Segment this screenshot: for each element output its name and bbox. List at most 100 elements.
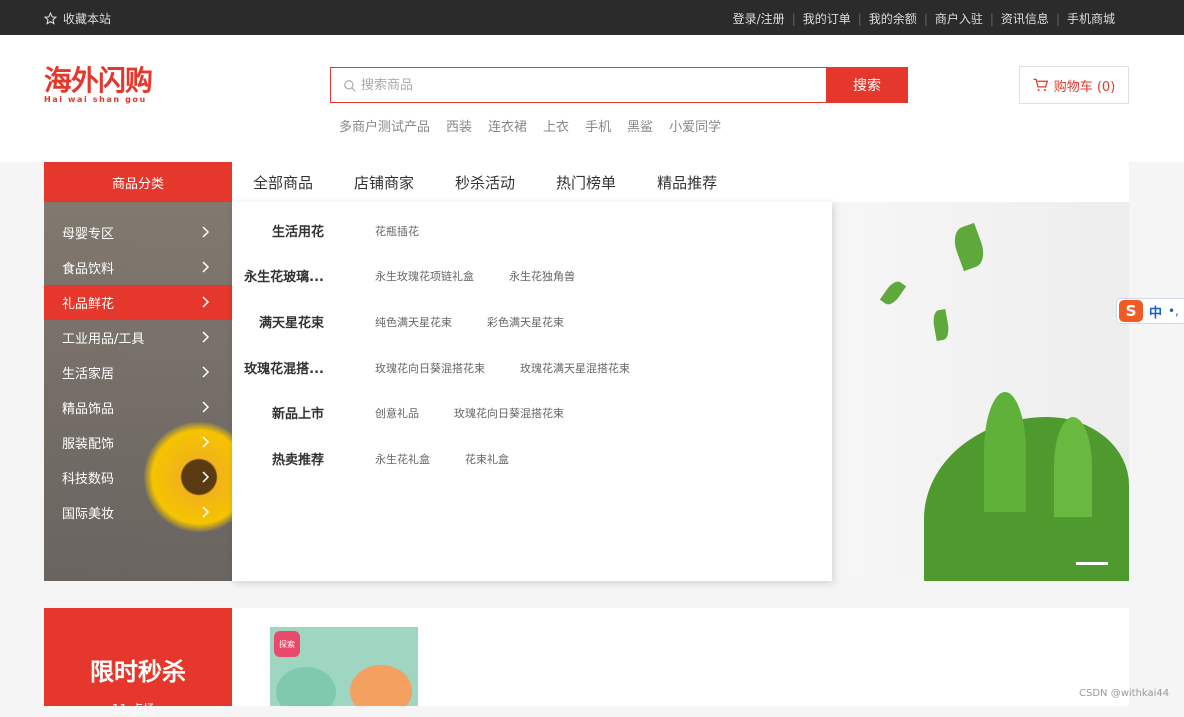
my-balance-link[interactable]: 我的余额 xyxy=(862,10,924,27)
subcategory-link[interactable]: 纯色满天星花束 xyxy=(375,314,452,330)
subcategory-link[interactable]: 花束礼盒 xyxy=(465,451,509,467)
subcategory-link[interactable]: 玫瑰花向日葵混搭花束 xyxy=(454,405,564,421)
subcategory-title[interactable]: 新品上市 xyxy=(244,403,324,422)
subcategory-title[interactable]: 热卖推荐 xyxy=(244,449,324,468)
search-icon xyxy=(344,80,356,92)
news-link[interactable]: 资讯信息 xyxy=(994,10,1056,27)
subcategory-row: 热卖推荐 永生花礼盒 花束礼盒 xyxy=(232,449,832,469)
nav-all-products[interactable]: 全部商品 xyxy=(253,172,313,193)
top-bar: 收藏本站 登录/注册 | 我的订单 | 我的余额 | 商户入驻 | 资讯信息 | 手机商城 xyxy=(0,0,1184,35)
subcategory-title[interactable]: 玫瑰花混搭... xyxy=(244,358,324,377)
watermark: CSDN @withkai44 xyxy=(1079,688,1170,699)
category-item[interactable]: 食品饮料 xyxy=(44,250,232,285)
bookmark-label: 收藏本站 xyxy=(63,12,112,26)
category-sidebar: 母婴专区 食品饮料 礼品鲜花 工业用品/工具 生活家居 精品饰品 服装配饰 科技… xyxy=(44,202,254,581)
product-card[interactable]: 探索 xyxy=(270,627,418,706)
hot-keyword[interactable]: 西装 xyxy=(446,116,472,135)
flash-sale-panel[interactable]: 限时秒杀 11 点场 xyxy=(44,608,232,716)
logo-text: 海外闪购 xyxy=(44,64,153,97)
nav-flash-sale[interactable]: 秒杀活动 xyxy=(455,172,515,193)
ime-language: 中 xyxy=(1149,305,1163,321)
subcategory-link[interactable]: 彩色满天星花束 xyxy=(487,314,564,330)
category-item[interactable]: 生活家居 xyxy=(44,355,232,390)
search-button[interactable]: 搜索 xyxy=(826,67,908,103)
main-nav: 商品分类 全部商品 店铺商家 秒杀活动 热门榜单 精品推荐 xyxy=(44,162,1129,202)
subcategory-row: 永生花玻璃... 永生玫瑰花项链礼盒 永生花独角兽 xyxy=(232,266,832,286)
search-box: 搜索 xyxy=(330,67,908,103)
my-orders-link[interactable]: 我的订单 xyxy=(796,10,858,27)
category-menu-title[interactable]: 商品分类 xyxy=(44,162,232,202)
category-item[interactable]: 服装配饰 xyxy=(44,425,232,460)
aloe-plant xyxy=(924,417,1129,581)
subcategory-link[interactable]: 花瓶插花 xyxy=(375,223,419,239)
ime-toolbar[interactable]: S 中 •, xyxy=(1116,298,1184,324)
chevron-right-icon xyxy=(202,296,210,308)
subcategory-row: 生活用花 花瓶插花 xyxy=(232,221,832,241)
subcategory-row: 新品上市 创意礼品 玫瑰花向日葵混搭花束 xyxy=(232,403,832,423)
cart-label: 购物车 (0) xyxy=(1053,79,1116,95)
brand-badge: 探索 xyxy=(274,631,300,657)
star-icon xyxy=(44,12,57,25)
merchant-join-link[interactable]: 商户入驻 xyxy=(928,10,990,27)
flash-sale-title: 限时秒杀 xyxy=(90,658,186,686)
hot-keyword[interactable]: 手机 xyxy=(585,116,611,135)
subcategory-link[interactable]: 玫瑰花满天星混搭花束 xyxy=(520,360,630,376)
sogou-icon: S xyxy=(1119,300,1143,322)
leaf-decoration xyxy=(949,222,989,272)
nav-recommended[interactable]: 精品推荐 xyxy=(657,172,717,193)
login-register-link[interactable]: 登录/注册 xyxy=(726,10,792,27)
search-input[interactable] xyxy=(361,68,821,102)
subcategory-link[interactable]: 创意礼品 xyxy=(375,405,419,421)
nav-hot-list[interactable]: 热门榜单 xyxy=(556,172,616,193)
chevron-right-icon xyxy=(202,261,210,273)
product-image xyxy=(276,667,336,706)
cart-button[interactable]: 购物车 (0) xyxy=(1019,66,1129,104)
category-item[interactable]: 精品饰品 xyxy=(44,390,232,425)
chevron-right-icon xyxy=(202,401,210,413)
top-links: 登录/注册 | 我的订单 | 我的余额 | 商户入驻 | 资讯信息 | 手机商城 xyxy=(726,10,1122,27)
category-item[interactable]: 科技数码 xyxy=(44,460,232,495)
subcategory-link[interactable]: 永生花礼盒 xyxy=(375,451,430,467)
subcategory-panel: 生活用花 花瓶插花 永生花玻璃... 永生玫瑰花项链礼盒 永生花独角兽 满天星花束… xyxy=(232,202,832,581)
chevron-right-icon xyxy=(202,366,210,378)
category-item-active[interactable]: 礼品鲜花 xyxy=(44,285,232,320)
product-image xyxy=(350,665,412,706)
header: 海外闪购 Hai wai shan gou 搜索 多商户测试产品 西装 连衣裙 … xyxy=(0,35,1184,162)
site-logo[interactable]: 海外闪购 Hai wai shan gou xyxy=(44,64,154,105)
hot-keyword[interactable]: 黑鲨 xyxy=(627,116,653,135)
chevron-right-icon xyxy=(202,506,210,518)
cart-icon xyxy=(1033,78,1048,91)
leaf-decoration xyxy=(931,309,951,341)
subcategory-title[interactable]: 生活用花 xyxy=(244,221,324,240)
chevron-right-icon xyxy=(202,436,210,448)
hot-keywords: 多商户测试产品 西装 连衣裙 上衣 手机 黑鲨 小爱同学 xyxy=(339,116,721,135)
subcategory-title[interactable]: 满天星花束 xyxy=(244,312,324,331)
subcategory-title[interactable]: 永生花玻璃... xyxy=(244,266,324,285)
nav-links: 全部商品 店铺商家 秒杀活动 热门榜单 精品推荐 xyxy=(253,162,717,202)
category-item[interactable]: 国际美妆 xyxy=(44,495,232,530)
ime-punctuation: •, xyxy=(1168,304,1179,318)
hot-keyword[interactable]: 小爱同学 xyxy=(669,116,721,135)
nav-shops[interactable]: 店铺商家 xyxy=(354,172,414,193)
hot-keyword[interactable]: 上衣 xyxy=(543,116,569,135)
chevron-right-icon xyxy=(202,471,210,483)
aloe-leaf xyxy=(984,392,1026,512)
leaf-decoration xyxy=(879,278,907,308)
carousel-indicator[interactable] xyxy=(1076,562,1108,565)
hot-keyword[interactable]: 连衣裙 xyxy=(488,116,527,135)
flash-sale-session: 11 点场 xyxy=(112,702,156,716)
category-item[interactable]: 工业用品/工具 xyxy=(44,320,232,355)
subcategory-link[interactable]: 永生花独角兽 xyxy=(509,268,575,284)
bookmark-site[interactable]: 收藏本站 xyxy=(44,10,111,27)
hot-keyword[interactable]: 多商户测试产品 xyxy=(339,116,430,135)
subcategory-row: 满天星花束 纯色满天星花束 彩色满天星花束 xyxy=(232,312,832,332)
subcategory-link[interactable]: 玫瑰花向日葵混搭花束 xyxy=(375,360,485,376)
aloe-leaf xyxy=(1054,417,1092,517)
mobile-mall-link[interactable]: 手机商城 xyxy=(1060,10,1122,27)
chevron-right-icon xyxy=(202,226,210,238)
chevron-right-icon xyxy=(202,331,210,343)
subcategory-link[interactable]: 永生玫瑰花项链礼盒 xyxy=(375,268,474,284)
subcategory-row: 玫瑰花混搭... 玫瑰花向日葵混搭花束 玫瑰花满天星混搭花束 xyxy=(232,358,832,378)
category-item[interactable]: 母婴专区 xyxy=(44,215,232,250)
logo-subtext: Hai wai shan gou xyxy=(44,95,147,104)
